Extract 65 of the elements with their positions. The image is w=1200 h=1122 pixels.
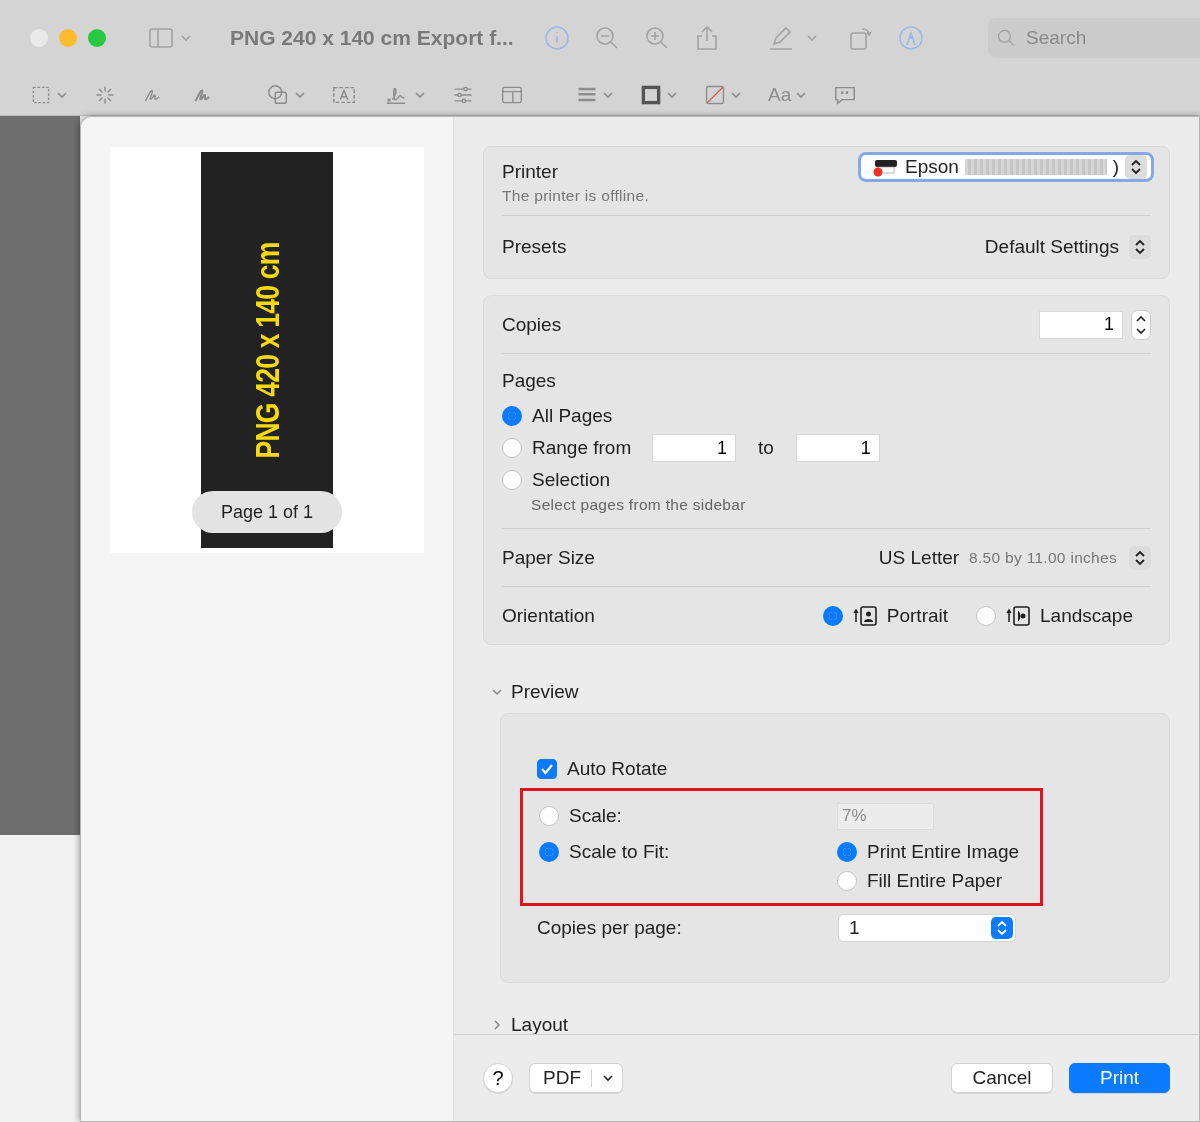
info-icon[interactable]: [543, 24, 570, 51]
print-button[interactable]: Print: [1069, 1063, 1170, 1093]
radio-button[interactable]: [837, 870, 857, 891]
chevron-icon[interactable]: [602, 1074, 614, 1082]
option-label: Auto Rotate: [567, 758, 668, 780]
stepper-icon[interactable]: [1129, 545, 1151, 570]
search-field[interactable]: Search: [988, 17, 1200, 58]
copies-per-page-label: Copies per page:: [537, 917, 683, 939]
stepper-icon[interactable]: [1125, 155, 1147, 179]
radio-button[interactable]: [502, 406, 522, 426]
cancel-button[interactable]: Cancel: [951, 1063, 1053, 1093]
poster-text: PNG 420 x 140 cm: [247, 242, 287, 458]
presets-value[interactable]: Default Settings: [984, 236, 1119, 258]
radio-button[interactable]: [539, 806, 559, 826]
zoom-button[interactable]: [88, 28, 106, 47]
range-to-field[interactable]: 1: [795, 434, 880, 462]
radio-button[interactable]: [502, 470, 522, 490]
paper-size-label: Paper Size: [502, 546, 595, 569]
printer-popup[interactable]: Epson ): [858, 152, 1154, 182]
pdf-button[interactable]: PDF: [529, 1063, 623, 1093]
option-label: Selection: [532, 469, 611, 491]
copies-per-page-popup[interactable]: 1: [838, 914, 1016, 942]
to-label: to: [758, 437, 774, 459]
portrait-icon: [852, 605, 877, 626]
radio-button[interactable]: [502, 438, 522, 458]
page-indicator: Page 1 of 1: [192, 491, 342, 533]
copies-field[interactable]: 1: [1039, 310, 1123, 339]
printer-label: Printer: [502, 161, 558, 183]
stepper-icon[interactable]: [1131, 309, 1151, 340]
hint-text: Select pages from the sidebar: [531, 496, 747, 514]
help-button[interactable]: ?: [483, 1063, 513, 1093]
checkbox[interactable]: [537, 759, 557, 779]
option-label: Landscape: [1040, 604, 1133, 627]
radio-button[interactable]: [822, 605, 843, 626]
pen-icon[interactable]: [767, 24, 794, 51]
copies-label: Copies: [502, 313, 562, 336]
section-title[interactable]: Preview: [511, 681, 579, 703]
minimize-button[interactable]: [59, 28, 77, 47]
paper-size-value[interactable]: US Letter: [878, 546, 960, 569]
option-label: Scale:: [569, 805, 622, 827]
zoom-in-icon[interactable]: [643, 24, 670, 51]
option-label: All Pages: [532, 405, 613, 427]
landscape-icon: [1006, 605, 1031, 626]
orientation-label: Orientation: [502, 604, 595, 627]
option-label: Range from: [532, 437, 633, 459]
fill-icon[interactable]: [704, 84, 726, 107]
radio-button[interactable]: [976, 605, 997, 626]
option-label: Portrait: [886, 604, 949, 627]
option-label: Print Entire Image: [867, 840, 1020, 863]
option-label: Scale to Fit:: [569, 841, 670, 863]
radio-button[interactable]: [539, 842, 559, 862]
paper-size-detail: 8.50 by 11.00 inches: [969, 548, 1117, 567]
radio-button[interactable]: [837, 841, 857, 862]
search-input[interactable]: Search: [1024, 25, 1178, 50]
presets-label: Presets: [502, 236, 567, 258]
checkmark-icon: [540, 763, 554, 775]
border-icon[interactable]: [640, 84, 662, 107]
option-label: Fill Entire Paper: [867, 869, 1003, 892]
stepper-icon[interactable]: [1129, 235, 1151, 259]
zoom-out-icon[interactable]: [593, 24, 620, 51]
printer-status: The printer is offline.: [502, 187, 651, 205]
window-title: PNG 240 x 140 cm Export f...: [230, 25, 514, 50]
markup-icon[interactable]: [897, 24, 924, 51]
pages-label: Pages: [502, 370, 557, 392]
range-from-field[interactable]: 1: [652, 434, 736, 462]
